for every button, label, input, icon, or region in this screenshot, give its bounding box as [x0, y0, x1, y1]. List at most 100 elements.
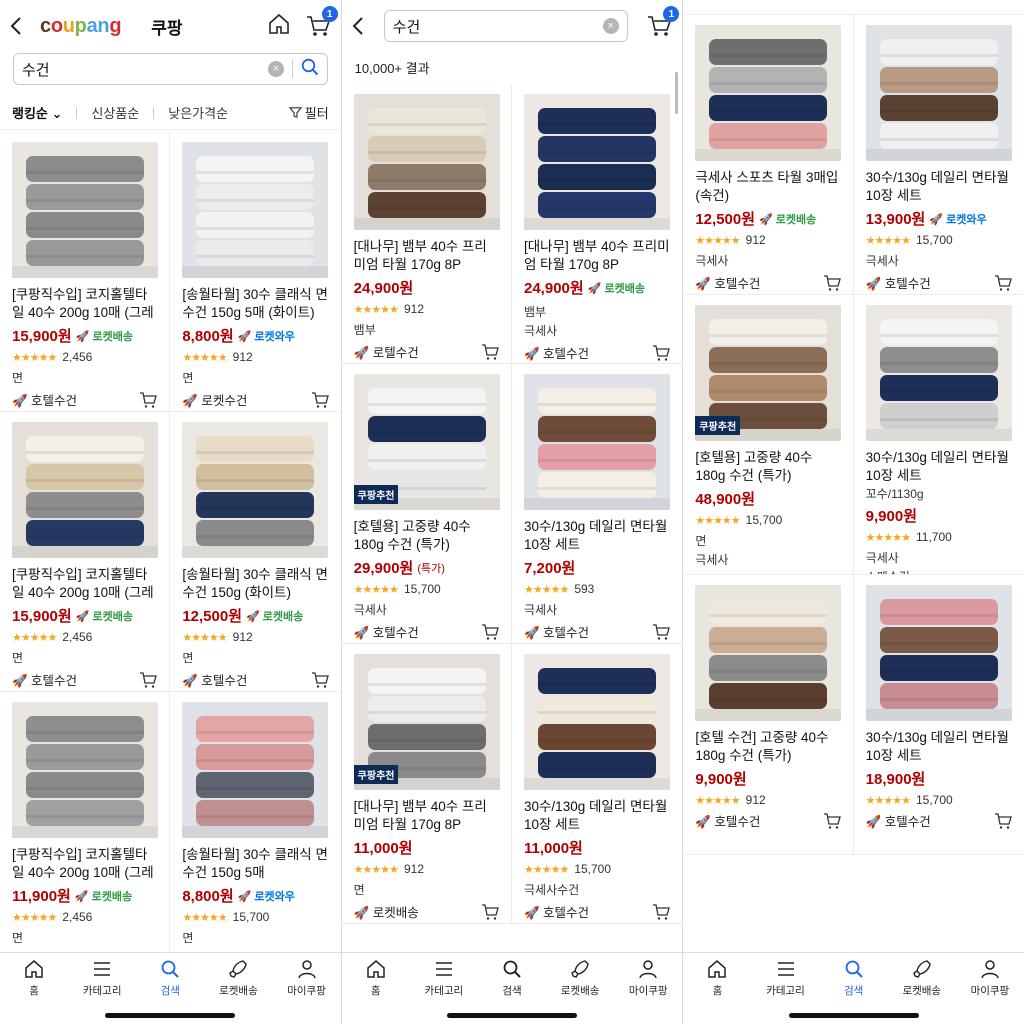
product-card[interactable]: [대나무] 뱀부 40수 프리미엄 타월 170g 8P 24,900원 ★★★★★… — [341, 84, 512, 364]
search-query: 수건 — [392, 18, 421, 36]
product-title[interactable]: [쿠팡직수입] 코지홀텔타일 40수 200g 10매 (그레이) — [12, 286, 157, 322]
shipping-label: 🚀 호텔수건 — [524, 906, 590, 920]
add-to-cart-icon[interactable] — [652, 344, 671, 362]
product-title[interactable]: 30수/130g 데일리 면타월 10장 세트 — [524, 518, 670, 554]
tab-my[interactable]: 마이쿠팡 — [277, 959, 337, 1024]
review-count: 15,700 — [403, 582, 441, 596]
add-to-cart-icon[interactable] — [311, 391, 329, 409]
product-card[interactable]: [쿠팡직수입] 코지홀텔타일 40수 200g 10매 (그레이) 11,900원… — [0, 692, 171, 972]
star-icon: ★★★★★ — [182, 631, 227, 644]
add-to-cart-icon[interactable] — [481, 623, 499, 641]
add-to-cart-icon[interactable] — [652, 623, 671, 641]
product-card[interactable]: [송월타월] 30수 클래식 면수건 150g 5매 8,800원 🚀 로켓와우 ★★… — [170, 692, 341, 972]
product-image[interactable] — [865, 305, 1012, 441]
coupang-logo[interactable]: coupang — [40, 15, 122, 38]
sort-low-price[interactable]: 낮은가격순 — [168, 103, 228, 122]
delivery-badge: 🚀 로켓배송 — [587, 282, 645, 295]
product-image[interactable] — [524, 94, 670, 230]
tab-home[interactable]: 홈 — [687, 959, 747, 1024]
cart-button[interactable]: 1 — [646, 6, 680, 39]
add-to-cart-icon[interactable] — [481, 903, 499, 921]
tab-my[interactable]: 마이쿠팡 — [618, 959, 678, 1024]
product-card[interactable]: 30수/130g 데일리 면타월 10장 세트 18,900원 ★★★★★ 15,70… — [853, 575, 1024, 855]
product-title[interactable]: 30수/130g 데일리 면타월 10장 세트 — [866, 449, 1012, 485]
add-to-cart-icon[interactable] — [311, 671, 329, 689]
search-icon[interactable] — [301, 58, 319, 80]
home-icon[interactable] — [267, 12, 291, 41]
add-to-cart-icon[interactable] — [823, 812, 841, 830]
add-to-cart-icon[interactable] — [823, 274, 841, 292]
product-title[interactable]: [대나무] 뱀부 40수 프리미엄 타월 170g 8P — [524, 238, 670, 274]
recommend-badge: 쿠팡추천 — [353, 485, 399, 504]
product-image[interactable] — [695, 585, 842, 721]
clear-search-icon[interactable]: × — [602, 18, 619, 34]
product-image[interactable] — [182, 142, 329, 278]
product-card[interactable]: 쿠팡추천 [대나무] 뱀부 40수 프리미엄 타월 170g 8P 11,000원 ★… — [341, 644, 512, 924]
back-button[interactable] — [352, 14, 370, 38]
product-image[interactable] — [865, 585, 1012, 721]
product-image[interactable] — [182, 702, 329, 838]
product-title[interactable]: [송월타월] 30수 클래식 면수건 150g 5매 (화이트) — [182, 286, 328, 322]
product-card[interactable]: [대나무] 뱀부 40수 프리미엄 타월 170g 8P 24,900원 🚀 로켓배… — [512, 84, 683, 364]
tab-home[interactable]: 홈 — [346, 959, 406, 1024]
search-input[interactable]: 수건 × — [13, 53, 328, 85]
product-card[interactable]: 30수/130g 데일리 면타월 10장 세트 7,200원 ★★★★★ 593 극세사… — [512, 364, 683, 644]
add-to-cart-icon[interactable] — [139, 391, 158, 409]
product-title[interactable]: [대나무] 뱀부 40수 프리미엄 타월 170g 8P — [354, 798, 499, 834]
product-card[interactable]: [송월타월] 30수 클래식 면수건 150g (화이트) 12,500원 🚀 로켓… — [170, 412, 341, 692]
bottom-tab-bar: 홈 카테고리 검색 로켓배송 마이쿠팡 — [683, 952, 1024, 1024]
product-card[interactable]: [쿠팡직수입] 코지홀텔타일 40수 200g 10매 (그레이) 15,900원… — [0, 132, 171, 412]
sort-new[interactable]: 신상품순 — [91, 103, 139, 122]
filter-button[interactable]: 필터 — [288, 103, 329, 122]
product-card[interactable]: [쿠팡직수입] 코지홀텔타일 40수 200g 10매 (그레이) 15,900원… — [0, 412, 171, 692]
product-title[interactable]: [호텔용] 고중량 40수 180g 수건 (특가) — [354, 518, 499, 554]
cart-button[interactable]: 1 — [305, 6, 338, 39]
product-image[interactable]: 쿠팡추천 — [353, 374, 500, 510]
product-card[interactable]: [호텔 수건] 고중량 40수 180g 수건 (특가) 9,900원 ★★★★★ 9… — [683, 575, 854, 855]
product-material: 면 — [12, 371, 24, 385]
add-to-cart-icon[interactable] — [481, 343, 499, 361]
sort-ranking[interactable]: 랭킹순 ⌄ — [12, 103, 62, 122]
product-image[interactable] — [524, 654, 670, 790]
clear-search-icon[interactable]: × — [268, 61, 284, 77]
search-input[interactable]: 수건 × — [383, 10, 628, 42]
product-card[interactable]: 30수/130g 데일리 면타월 10장 세트 꼬수/1130g 9,900원 ★★★… — [853, 295, 1024, 575]
product-card[interactable]: [송월타월] 30수 클래식 면수건 150g 5매 (화이트) 8,800원 🚀 … — [170, 132, 341, 412]
product-title[interactable]: [쿠팡직수입] 코지홀텔타일 40수 200g 10매 (그레이) — [12, 566, 157, 602]
product-title[interactable]: [송월타월] 30수 클래식 면수건 150g 5매 — [182, 846, 328, 882]
product-image[interactable] — [182, 422, 329, 558]
product-card[interactable]: 극세사 스포츠 타월 3매입 (속건) 12,500원 🚀 로켓배송 ★★★★★ 912… — [683, 15, 854, 295]
add-to-cart-icon[interactable] — [652, 903, 671, 921]
product-card[interactable]: 30수/130g 데일리 면타월 10장 세트 13,900원 🚀 로켓와우 ★★★★… — [853, 15, 1024, 295]
product-card[interactable]: 30수/130g 데일리 면타월 10장 세트 11,000원 ★★★★★ 15,70… — [512, 644, 683, 924]
product-card[interactable]: 쿠팡추천 [호텔용] 고중량 40수 180g 수건 (특가) 29,900원 (특가… — [341, 364, 512, 644]
rating: ★★★★★ 912 — [182, 630, 328, 644]
add-to-cart-icon[interactable] — [994, 274, 1012, 292]
product-title[interactable]: [송월타월] 30수 클래식 면수건 150g (화이트) — [182, 566, 328, 602]
product-image[interactable] — [865, 25, 1012, 161]
product-card[interactable]: 쿠팡추천 [호텔용] 고중량 40수 180g 수건 (특가) 48,900원 ★★★… — [683, 295, 854, 575]
product-image[interactable] — [12, 142, 158, 278]
product-image[interactable]: 쿠팡추천 — [353, 654, 500, 790]
product-title[interactable]: [대나무] 뱀부 40수 프리미엄 타월 170g 8P — [354, 238, 499, 274]
product-image[interactable] — [12, 702, 158, 838]
back-button[interactable] — [10, 14, 28, 38]
add-to-cart-icon[interactable] — [994, 812, 1012, 830]
shipping-label: 🚀 로켓수건 — [182, 394, 248, 408]
product-title[interactable]: 30수/130g 데일리 면타월 10장 세트 — [866, 169, 1012, 205]
product-image[interactable]: 쿠팡추천 — [695, 305, 842, 441]
product-title[interactable]: 30수/130g 데일리 면타월 10장 세트 — [524, 798, 670, 834]
product-image[interactable] — [12, 422, 158, 558]
product-title[interactable]: 30수/130g 데일리 면타월 10장 세트 — [866, 729, 1012, 765]
product-title[interactable]: 극세사 스포츠 타월 3매입 (속건) — [695, 169, 840, 205]
rating: ★★★★★ 15,700 — [354, 582, 499, 596]
add-to-cart-icon[interactable] — [139, 671, 158, 689]
product-image[interactable] — [695, 25, 842, 161]
tab-my[interactable]: 마이쿠팡 — [960, 959, 1020, 1024]
tab-home[interactable]: 홈 — [4, 959, 64, 1024]
product-image[interactable] — [353, 94, 500, 230]
product-title[interactable]: [호텔용] 고중량 40수 180g 수건 (특가) — [695, 449, 840, 485]
product-image[interactable] — [524, 374, 670, 510]
product-title[interactable]: [쿠팡직수입] 코지홀텔타일 40수 200g 10매 (그레이) — [12, 846, 157, 882]
product-title[interactable]: [호텔 수건] 고중량 40수 180g 수건 (특가) — [695, 729, 840, 765]
